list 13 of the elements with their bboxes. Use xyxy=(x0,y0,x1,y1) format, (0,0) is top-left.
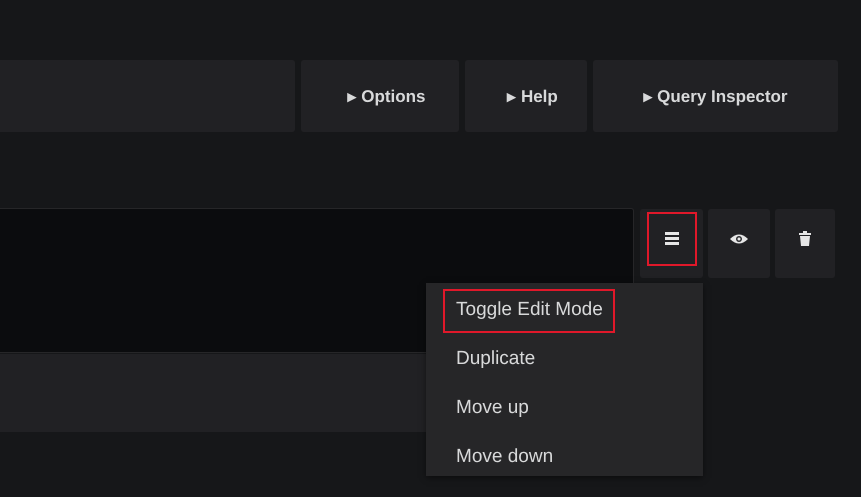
visibility-button[interactable] xyxy=(708,209,770,278)
toolbar-button[interactable]: ▸ Query Inspector xyxy=(593,60,838,132)
toolbar-button[interactable]: ▸ Options xyxy=(301,60,459,132)
menu-item[interactable]: Move down xyxy=(443,436,566,480)
menu-button[interactable] xyxy=(640,209,703,278)
hamburger-menu-icon xyxy=(664,232,678,245)
menu-item[interactable]: Toggle Edit Mode xyxy=(443,289,615,333)
toolbar-button[interactable]: ▸ Help xyxy=(465,60,587,132)
delete-button[interactable] xyxy=(775,209,835,278)
menu-item[interactable]: Move up xyxy=(443,387,541,431)
trash-icon xyxy=(799,231,811,246)
menu-item[interactable]: Duplicate xyxy=(443,338,548,382)
eye-icon xyxy=(730,232,748,244)
